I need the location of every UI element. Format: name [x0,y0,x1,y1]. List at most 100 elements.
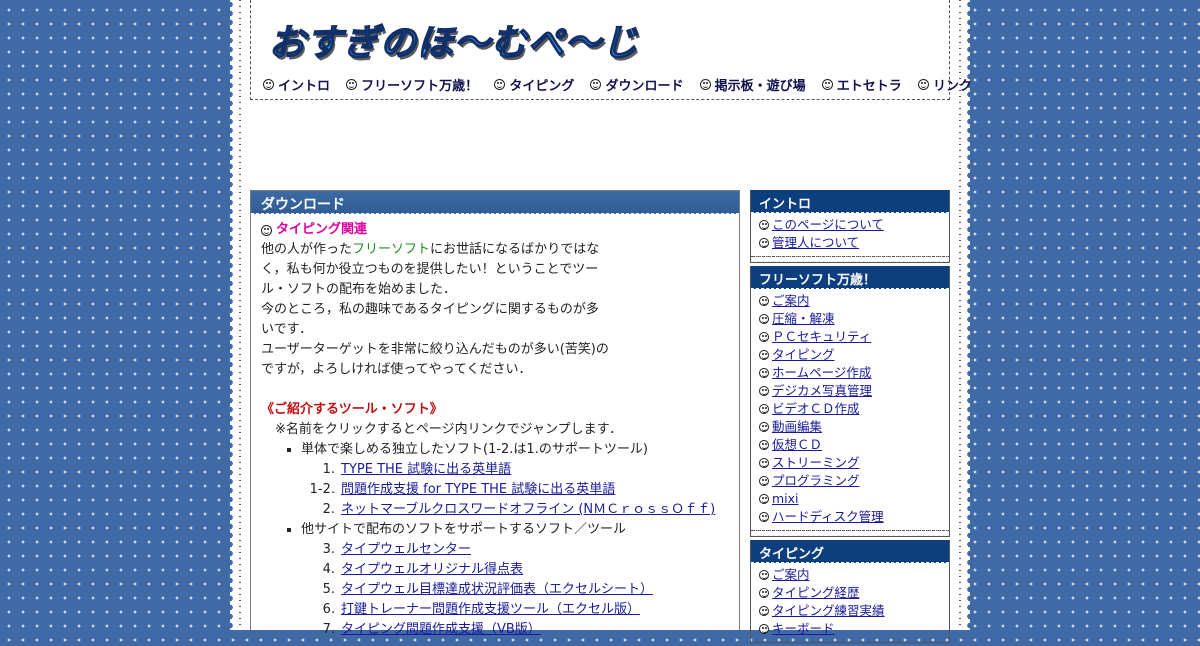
nav-etc[interactable]: エトセトラ [821,75,902,94]
tool-link[interactable]: 問題作成支援 for TYPE THE 試験に出る英単語 [341,482,615,497]
list-item: 5. タイプウェル目標達成状況評価表（エクセルシート） [261,580,729,600]
smiley-icon [759,494,769,504]
download-panel: ダウンロード タイピング関連 他の人が作ったフリーソフトにお世話になるばかりでは… [250,190,740,637]
sidebar-item[interactable]: キーボード [759,620,941,638]
sidebar-item[interactable]: タイピング練習実績 [759,602,941,620]
sidebar-item[interactable]: デジカメ写真管理 [759,382,941,400]
list-item: 1-2. 問題作成支援 for TYPE THE 試験に出る英単語 [261,480,729,500]
panel-title: ダウンロード [251,191,739,214]
item-number: 1-2. [309,482,335,497]
sidebar-link[interactable]: キーボード [772,620,835,638]
nav-typing[interactable]: タイピング [494,75,574,94]
sidebar-link[interactable]: 動画編集 [772,418,822,436]
tool-link[interactable]: 打鍵トレーナー問題作成支援ツール（エクセル版） [341,602,640,617]
sidebar-item[interactable]: プログラミング [759,472,941,490]
smiley-icon [917,79,929,90]
sidebar-item[interactable]: ＰＣセキュリティ [759,328,941,346]
smiley-icon [699,79,711,90]
sidebar-item[interactable]: 動画編集 [759,418,941,436]
sidebar-link[interactable]: ハードディスク管理 [772,508,884,526]
intro-text-part: 他の人が作った [261,242,353,257]
nav-label: 掲示板・遊び場 [714,79,806,94]
sidebar-link[interactable]: デジカメ写真管理 [772,382,872,400]
sidebar-link[interactable]: ＰＣセキュリティ [772,328,871,346]
box-bottom-border [751,256,949,262]
smiley-icon [759,314,769,324]
sidebar-item[interactable]: ストリーミング [759,454,941,472]
smiley-icon [759,512,769,522]
nav-intro[interactable]: イントロ [263,75,330,94]
right-dotted-edge [959,0,961,630]
sidebar-item[interactable]: ビデオＣＤ作成 [759,400,941,418]
group-heading: 単体で楽しめる独立したソフト(1-2.は1.のサポートツール) [261,440,729,460]
site-header: おすぎのほ～むぺ～じ イントロ フリーソフト万歳！ タイピング ダウンロード 掲… [250,0,972,100]
item-number: 5. [322,582,335,597]
sidebar-link[interactable]: ホームページ作成 [772,364,871,382]
sidebar-item[interactable]: ハードディスク管理 [759,508,941,526]
main-nav: イントロ フリーソフト万歳！ タイピング ダウンロード 掲示板・遊び場 エトセト… [263,75,984,94]
group-heading: 他サイトで配布のソフトをサポートするソフト／ツール [261,520,729,540]
smiley-icon [759,332,769,342]
nav-freesoft[interactable]: フリーソフト万歳！ [346,75,478,94]
sidebar-item[interactable]: このページについて [759,216,941,234]
sidebar-item[interactable]: mixi [759,490,941,508]
tool-link[interactable]: タイプウェルセンター [341,542,471,557]
smiley-icon [821,79,833,90]
sidebar-link[interactable]: タイピング [772,346,835,364]
sidebar-item[interactable]: ホームページ作成 [759,364,941,382]
tool-link[interactable]: ネットマーブルクロスワードオフライン (NＭＣｒｏｓｓＯｆｆ) [341,502,715,517]
smiley-icon [494,79,506,90]
left-scallop-border [230,0,238,630]
sidebar-link[interactable]: ビデオＣＤ作成 [772,400,860,418]
smiley-icon [759,220,769,230]
sidebar-item[interactable]: 仮想ＣＤ [759,436,941,454]
sidebar-link[interactable]: ご案内 [772,292,810,310]
sidebar-item[interactable]: ご案内 [759,566,941,584]
smiley-icon [759,368,769,378]
sidebar-link[interactable]: mixi [772,490,799,508]
smiley-icon [759,440,769,450]
sidebar-box-title: タイピング [751,540,949,563]
sidebar-item[interactable]: 管理人について [759,234,941,252]
site-logo[interactable]: おすぎのほ～むぺ～じ [268,14,639,66]
sidebar-box-typing: タイピング ご案内 タイピング経歴 タイピング練習実績 キーボード [750,540,950,643]
sidebar-item[interactable]: 圧縮・解凍 [759,310,941,328]
item-number: 7. [322,622,335,637]
sidebar-box-freesoft: フリーソフト万歳！ ご案内 圧縮・解凍 ＰＣセキュリティ タイピング ホームペー… [750,266,950,537]
intro-text: 他の人が作ったフリーソフトにお世話になるばかりではな く，私も何か役立つものを提… [261,240,729,380]
sidebar-item[interactable]: タイピング経歴 [759,584,941,602]
sidebar-link[interactable]: タイピング練習実績 [772,602,885,620]
sidebar-link[interactable]: タイピング経歴 [772,584,860,602]
intro-text-part: ル・ソフトの配布を始めました． [261,282,457,297]
smiley-icon [759,404,769,414]
sidebar-link[interactable]: プログラミング [772,472,860,490]
tools-title: 《ご紹介するツール・ソフト》 [261,402,443,417]
sidebar-item[interactable]: ご案内 [759,292,941,310]
nav-links[interactable]: リンク [917,75,972,94]
list-item: 7. タイピング問題作成支援（VB版） [261,620,729,640]
intro-text-part: いです． [261,322,313,337]
sidebar-link[interactable]: 仮想ＣＤ [772,436,822,454]
tool-link[interactable]: TYPE THE 試験に出る英単語 [341,462,511,477]
tool-link[interactable]: タイプウェルオリジナル得点表 [341,562,523,577]
smiley-icon [759,350,769,360]
sidebar-link[interactable]: 圧縮・解凍 [772,310,835,328]
nav-label: イントロ [278,79,331,94]
nav-bbs[interactable]: 掲示板・遊び場 [699,75,806,94]
sidebar-link[interactable]: ご案内 [772,566,810,584]
intro-text-part: にお世話になるばかりではな [430,242,600,257]
tool-link[interactable]: タイプウェル目標達成状況評価表（エクセルシート） [341,582,653,597]
nav-label: リンク [932,79,972,94]
sidebar-item[interactable]: タイピング [759,346,941,364]
panel-body: タイピング関連 他の人が作ったフリーソフトにお世話になるばかりではな く，私も何… [251,214,739,646]
sidebar-link[interactable]: 管理人について [772,234,859,252]
smiley-icon [759,238,769,248]
smiley-icon [263,79,274,90]
page-container: おすぎのほ～むぺ～じ イントロ フリーソフト万歳！ タイピング ダウンロード 掲… [230,0,972,643]
sidebar-link[interactable]: ストリーミング [772,454,860,472]
smiley-icon [759,476,769,486]
sidebar-link[interactable]: このページについて [772,216,884,234]
smiley-icon [759,296,769,306]
nav-label: タイピング [509,79,575,94]
nav-download[interactable]: ダウンロード [590,75,683,94]
